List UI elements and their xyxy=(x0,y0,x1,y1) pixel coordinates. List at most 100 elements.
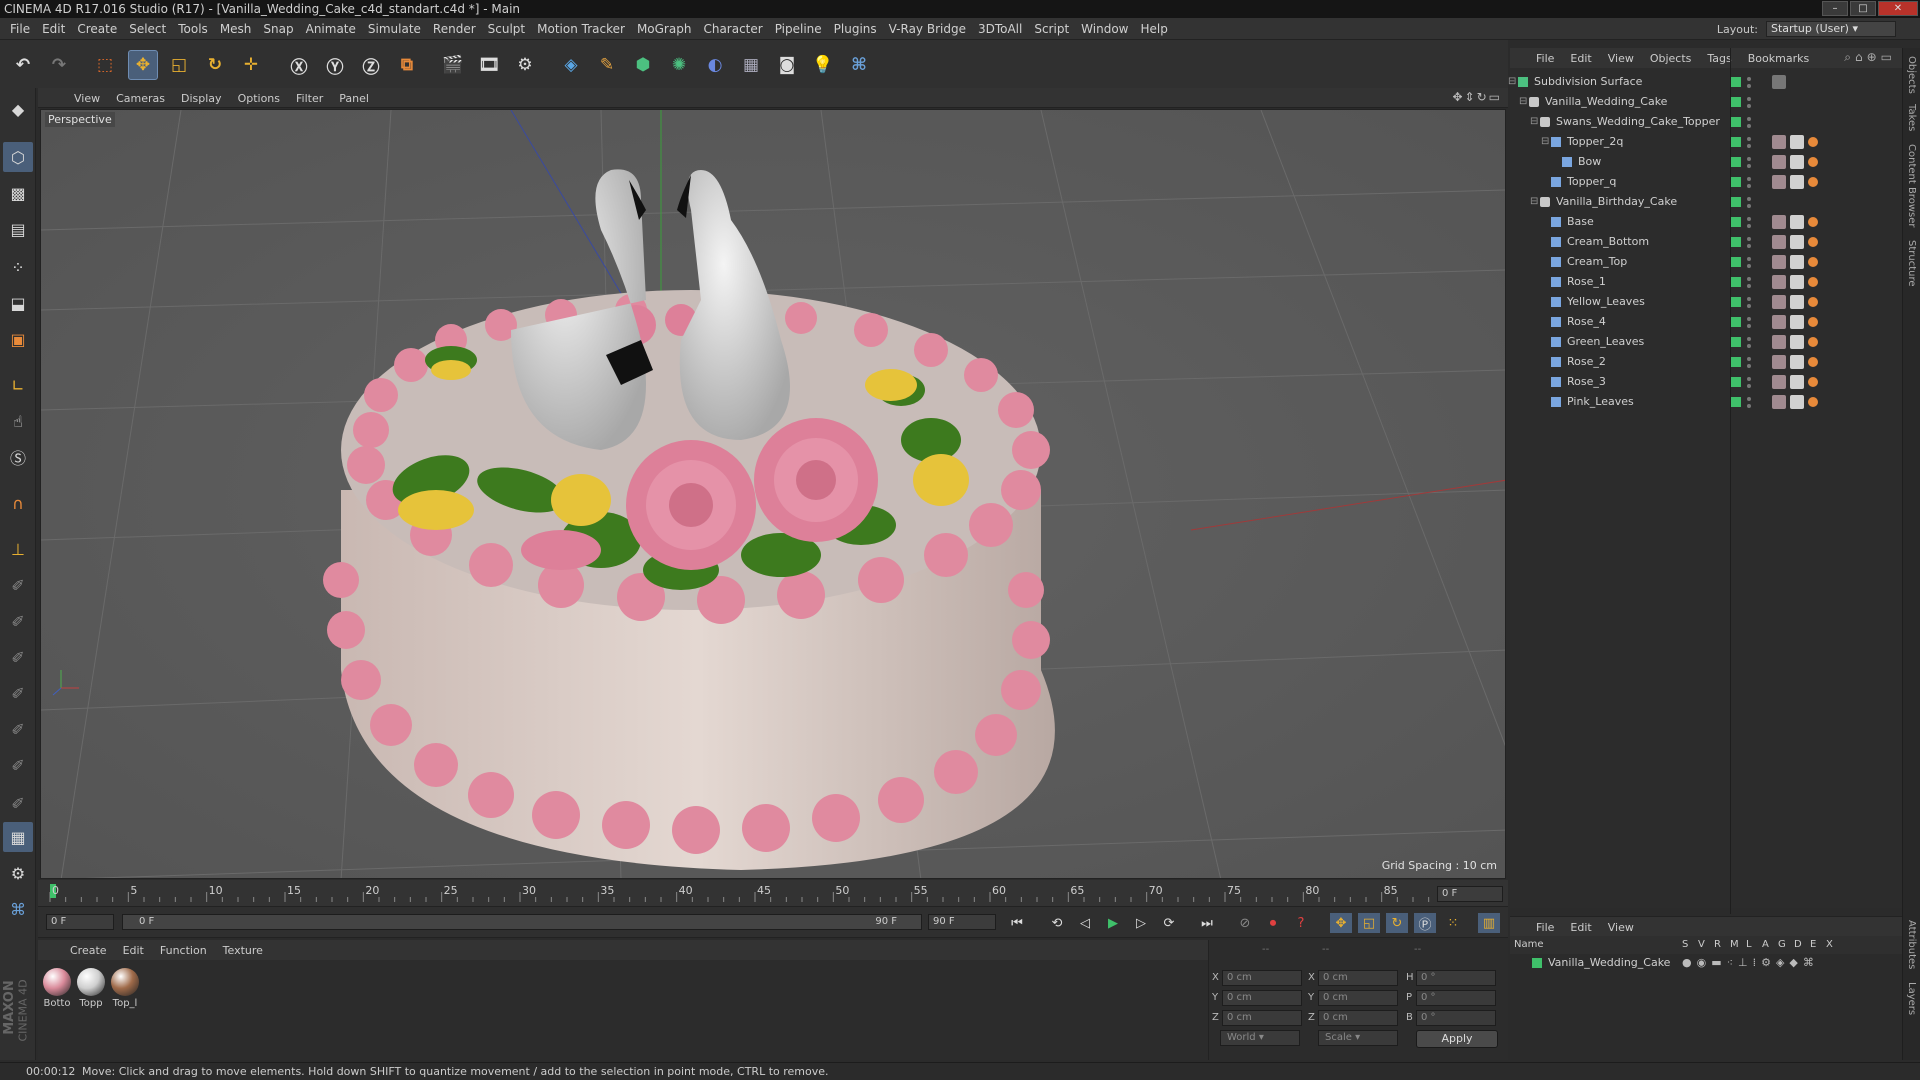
z-axis-lock-icon[interactable]: Ⓩ xyxy=(356,50,386,80)
brush-5-icon[interactable]: ✐ xyxy=(3,714,33,744)
tweak-mode-icon[interactable]: ☝ xyxy=(3,406,33,436)
object-row[interactable]: ⊟ Vanilla_Birthday_Cake xyxy=(1510,192,1902,212)
render-view-icon[interactable]: 🎬 xyxy=(438,50,468,80)
menu-tools[interactable]: Tools xyxy=(172,18,214,40)
make-editable-icon[interactable]: ◆ xyxy=(3,94,33,124)
uvw-tag-icon[interactable] xyxy=(1790,335,1804,349)
magnet-icon[interactable]: ∩ xyxy=(3,488,33,518)
brush-2-icon[interactable]: ✐ xyxy=(3,606,33,636)
brush-6-icon[interactable]: ✐ xyxy=(3,750,33,780)
uvw-tag-icon[interactable] xyxy=(1790,175,1804,189)
menu-create[interactable]: Create xyxy=(71,18,123,40)
undo-icon[interactable]: ↶ xyxy=(8,50,38,80)
go-to-end-icon[interactable]: ⏭ xyxy=(1196,913,1218,933)
move-tool-icon[interactable]: ✥ xyxy=(128,50,158,80)
visibility-indicator-icon[interactable] xyxy=(1731,377,1741,387)
material-swatch[interactable]: Topp xyxy=(76,968,106,1009)
menu-snap[interactable]: Snap xyxy=(257,18,299,40)
texture-tag-icon[interactable] xyxy=(1772,395,1786,409)
menu-character[interactable]: Character xyxy=(697,18,768,40)
object-row[interactable]: Pink_Leaves xyxy=(1510,392,1902,412)
menu-simulate[interactable]: Simulate xyxy=(362,18,427,40)
timeline-layout-icon[interactable]: ▥ xyxy=(1478,913,1500,933)
previous-key-icon[interactable]: ⟲ xyxy=(1046,913,1068,933)
visibility-indicator-icon[interactable] xyxy=(1731,77,1741,87)
object-row[interactable]: Rose_3 xyxy=(1510,372,1902,392)
coord-rotation-field[interactable]: 0 ° xyxy=(1416,990,1496,1006)
uvw-tag-icon[interactable] xyxy=(1790,355,1804,369)
brush-1-icon[interactable]: ✐ xyxy=(3,570,33,600)
close-button[interactable]: ✕ xyxy=(1878,1,1918,16)
texture-tag-icon[interactable] xyxy=(1772,155,1786,169)
texture-tag-icon[interactable] xyxy=(1772,175,1786,189)
coord-position-field[interactable]: 0 cm xyxy=(1222,970,1302,986)
texture-tag-icon[interactable] xyxy=(1772,75,1786,89)
menu-window[interactable]: Window xyxy=(1075,18,1134,40)
menu-motion-tracker[interactable]: Motion Tracker xyxy=(531,18,631,40)
expand-toggle-icon[interactable]: ⊟ xyxy=(1508,72,1516,92)
expand-toggle-icon[interactable]: ⊟ xyxy=(1530,112,1538,132)
render-settings-icon[interactable]: ⚙ xyxy=(510,50,540,80)
viewport-menu-display[interactable]: Display xyxy=(173,92,230,105)
menu-v-ray-bridge[interactable]: V-Ray Bridge xyxy=(883,18,972,40)
menu-mograph[interactable]: MoGraph xyxy=(631,18,698,40)
uvw-tag-icon[interactable] xyxy=(1790,255,1804,269)
visibility-indicator-icon[interactable] xyxy=(1731,137,1741,147)
uvw-tag-icon[interactable] xyxy=(1790,135,1804,149)
coord-rotation-field[interactable]: 0 ° xyxy=(1416,1010,1496,1026)
menu-edit[interactable]: Edit xyxy=(36,18,71,40)
viewport-menu-panel[interactable]: Panel xyxy=(331,92,377,105)
editor-render-toggle-icon[interactable] xyxy=(1747,94,1751,110)
live-selection-icon[interactable]: ⬚ xyxy=(90,50,120,80)
texture-tag-icon[interactable] xyxy=(1772,355,1786,369)
camera-icon[interactable]: ◙ xyxy=(772,50,802,80)
side-tab-takes[interactable]: Takes xyxy=(1906,104,1917,131)
coord-position-field[interactable]: 0 cm xyxy=(1222,990,1302,1006)
object-row[interactable]: ⊟ Swans_Wedding_Cake_Topper xyxy=(1510,112,1902,132)
play-icon[interactable]: ▶ xyxy=(1102,913,1124,933)
layer-toggles[interactable]: ●◉▬⁖⊥⁞⚙◈◆⌘ xyxy=(1682,956,1819,969)
side-tab-layers[interactable]: Layers xyxy=(1906,982,1917,1015)
viewport-nav-icons[interactable]: ✥⇕↻▭ xyxy=(1452,90,1502,104)
object-menu-bookmarks[interactable]: Bookmarks xyxy=(1740,52,1817,65)
expand-toggle-icon[interactable]: ⊟ xyxy=(1519,92,1527,112)
texture-tag-icon[interactable] xyxy=(1772,215,1786,229)
menu-plugins[interactable]: Plugins xyxy=(828,18,883,40)
visibility-indicator-icon[interactable] xyxy=(1731,277,1741,287)
menu-animate[interactable]: Animate xyxy=(300,18,362,40)
object-row[interactable]: Topper_q xyxy=(1510,172,1902,192)
object-menu-view[interactable]: View xyxy=(1600,52,1642,65)
layer-row[interactable]: Vanilla_Wedding_Cake ●◉▬⁖⊥⁞⚙◈◆⌘ xyxy=(1510,954,1902,972)
phong-tag-icon[interactable] xyxy=(1808,377,1818,387)
snap-icon[interactable]: Ⓢ xyxy=(3,442,33,472)
workplane-mode-icon[interactable]: ▤ xyxy=(3,214,33,244)
array-icon[interactable]: ✺ xyxy=(664,50,694,80)
phong-tag-icon[interactable] xyxy=(1808,397,1818,407)
object-row[interactable]: Rose_1 xyxy=(1510,272,1902,292)
x-axis-lock-icon[interactable]: Ⓧ xyxy=(284,50,314,80)
phong-tag-icon[interactable] xyxy=(1808,277,1818,287)
uvw-tag-icon[interactable] xyxy=(1790,295,1804,309)
menu-script[interactable]: Script xyxy=(1028,18,1075,40)
phong-tag-icon[interactable] xyxy=(1808,317,1818,327)
redo-icon[interactable]: ↷ xyxy=(44,50,74,80)
editor-render-toggle-icon[interactable] xyxy=(1747,74,1751,90)
uvw-tag-icon[interactable] xyxy=(1790,215,1804,229)
expand-toggle-icon[interactable]: ⊟ xyxy=(1530,192,1538,212)
light-icon[interactable]: 💡 xyxy=(808,50,838,80)
record-keys-icon[interactable]: ⊘ xyxy=(1234,913,1256,933)
floor-icon[interactable]: ▦ xyxy=(736,50,766,80)
editor-render-toggle-icon[interactable] xyxy=(1747,294,1751,310)
keyframe-selection-icon[interactable]: ? xyxy=(1290,913,1312,933)
coord-size-field[interactable]: 0 cm xyxy=(1318,970,1398,986)
editor-render-toggle-icon[interactable] xyxy=(1747,394,1751,410)
layer-menu-view[interactable]: View xyxy=(1600,921,1642,934)
visibility-indicator-icon[interactable] xyxy=(1731,117,1741,127)
previous-frame-icon[interactable]: ◁ xyxy=(1074,913,1096,933)
end-frame-field[interactable]: 90 F xyxy=(928,914,996,930)
key-rotation-icon[interactable]: ↻ xyxy=(1386,913,1408,933)
menu-select[interactable]: Select xyxy=(123,18,172,40)
rotate-tool-icon[interactable]: ↻ xyxy=(200,50,230,80)
phong-tag-icon[interactable] xyxy=(1808,217,1818,227)
layer-menu-file[interactable]: File xyxy=(1528,921,1562,934)
